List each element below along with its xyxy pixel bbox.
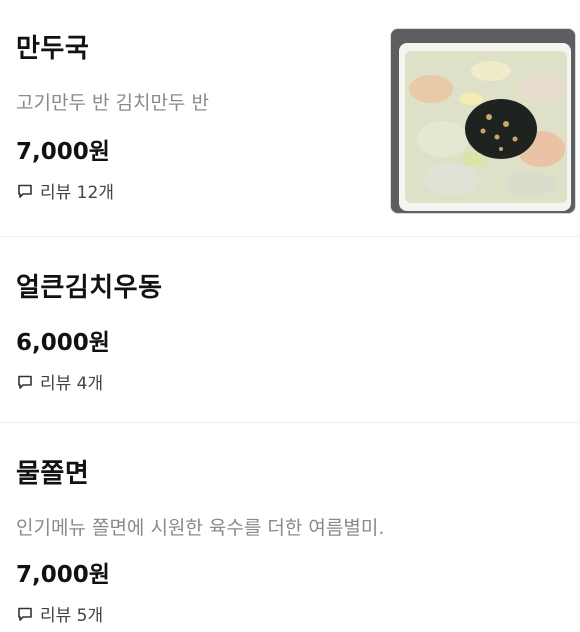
menu-item-review[interactable]: 리뷰 4개 — [16, 369, 103, 394]
speech-bubble-icon — [16, 182, 34, 200]
menu-list: 만두국 고기만두 반 김치만두 반 7,000원 리뷰 12개 얼큰김치우동 6… — [0, 0, 580, 632]
menu-item-description: 인기메뉴 쫄면에 시원한 육수를 더한 여름별미. — [16, 517, 385, 539]
menu-item-price: 7,000원 — [16, 562, 110, 588]
menu-item-mul-jjolmyeon[interactable]: 물쫄면 인기메뉴 쫄면에 시원한 육수를 더한 여름별미. 7,000원 리뷰 … — [0, 422, 580, 632]
menu-item-mandu-guk[interactable]: 만두국 고기만두 반 김치만두 반 7,000원 리뷰 12개 — [0, 0, 580, 236]
menu-item-review[interactable]: 리뷰 12개 — [16, 178, 114, 203]
review-count: 리뷰 4개 — [40, 374, 104, 394]
review-count: 리뷰 5개 — [40, 606, 104, 626]
menu-item-price: 7,000원 — [16, 139, 110, 165]
speech-bubble-icon — [16, 605, 34, 623]
food-photo[interactable] — [390, 28, 576, 214]
menu-item-description: 고기만두 반 김치만두 반 — [16, 92, 209, 114]
menu-item-name: 얼큰김치우동 — [16, 273, 163, 303]
menu-item-price: 6,000원 — [16, 330, 110, 356]
menu-item-kimchi-udon[interactable]: 얼큰김치우동 6,000원 리뷰 4개 — [0, 236, 580, 422]
menu-item-name: 만두국 — [16, 34, 90, 64]
menu-item-review[interactable]: 리뷰 5개 — [16, 601, 103, 626]
speech-bubble-icon — [16, 373, 34, 391]
review-count: 리뷰 12개 — [40, 183, 114, 203]
menu-item-name: 물쫄면 — [16, 459, 90, 489]
